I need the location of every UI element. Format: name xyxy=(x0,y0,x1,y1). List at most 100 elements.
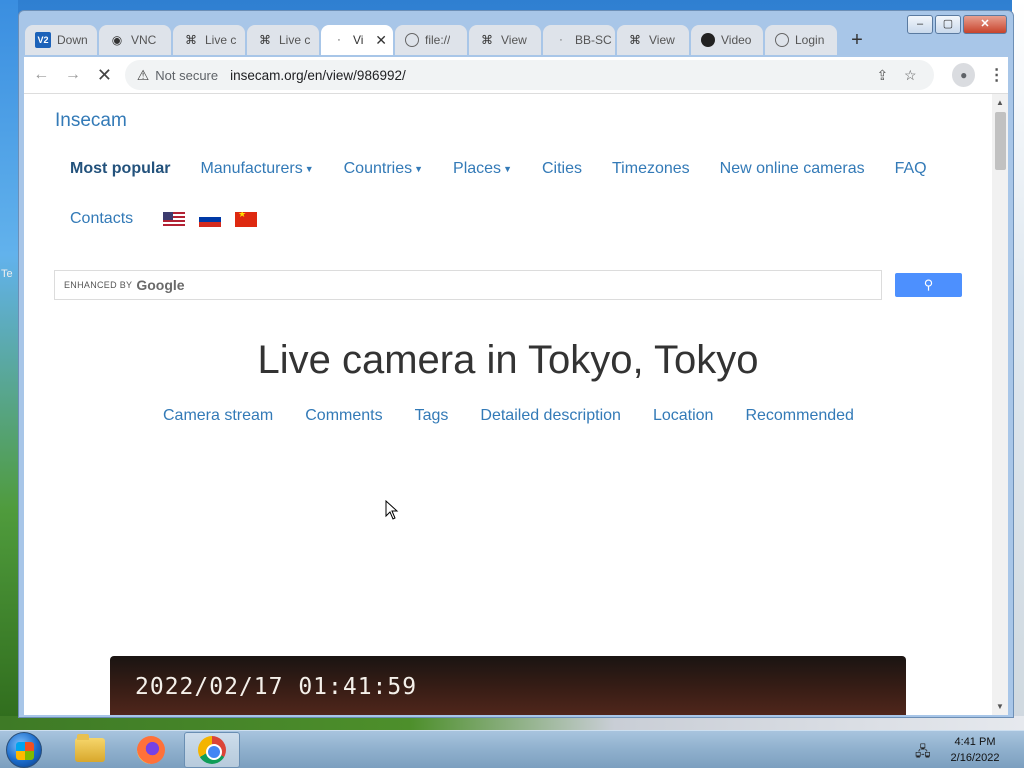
scroll-down-arrow-icon[interactable]: ▼ xyxy=(992,700,1008,714)
scroll-up-arrow-icon[interactable]: ▲ xyxy=(992,96,1008,110)
system-clock[interactable]: 4:41 PM 2/16/2022 xyxy=(940,734,1010,766)
security-status[interactable]: Not secure xyxy=(155,68,218,83)
bookmark-star-icon[interactable]: ☆ xyxy=(896,67,924,84)
nav-label: Manufacturers xyxy=(200,160,303,177)
caret-down-icon: ▼ xyxy=(414,163,424,174)
close-window-button[interactable]: ✕ xyxy=(963,15,1007,34)
link-tags[interactable]: Tags xyxy=(415,407,449,425)
taskbar-firefox[interactable] xyxy=(123,732,179,768)
tab-file[interactable]: file:// xyxy=(395,25,467,55)
clock-time: 4:41 PM xyxy=(954,736,996,748)
nav-cities[interactable]: Cities xyxy=(542,160,582,178)
new-tab-button[interactable]: + xyxy=(843,26,871,54)
tab-login[interactable]: Login xyxy=(765,25,837,55)
loading-icon: · xyxy=(337,34,341,46)
nav-most-popular[interactable]: Most popular xyxy=(70,160,170,178)
maximize-button[interactable]: ▢ xyxy=(935,15,961,34)
firefox-icon xyxy=(137,736,165,764)
vnc-icon: ◉ xyxy=(111,33,123,47)
tab-active-view[interactable]: · Vi ✕ xyxy=(321,25,393,55)
tab-label: View xyxy=(649,33,675,47)
address-bar-actions: ⇪ ☆ xyxy=(868,67,924,84)
russia-flag-icon[interactable] xyxy=(199,211,222,227)
tab-view-1[interactable]: ⌘ View xyxy=(469,25,541,55)
page-viewport: Insecam Most popular Manufacturers ▼ Coun… xyxy=(24,93,1008,715)
link-detailed-description[interactable]: Detailed description xyxy=(480,407,621,425)
v2-icon: V2 xyxy=(35,32,51,48)
tab-label: Down xyxy=(57,33,88,47)
nav-manufacturers[interactable]: Manufacturers ▼ xyxy=(200,160,313,178)
stop-loading-button[interactable]: ✕ xyxy=(90,61,119,89)
share-icon[interactable]: ⇪ xyxy=(868,67,896,84)
nav-new-online-cameras[interactable]: New online cameras xyxy=(720,160,865,178)
tab-vnc[interactable]: ◉ VNC xyxy=(99,25,171,55)
camera-icon: ⌘ xyxy=(259,33,271,47)
tab-label: Login xyxy=(795,33,825,47)
desktop-wallpaper-left xyxy=(0,0,18,730)
back-button[interactable]: ← xyxy=(27,61,56,89)
scrollbar-thumb[interactable] xyxy=(995,112,1006,170)
video-icon xyxy=(701,33,715,47)
tab-bb-sc[interactable]: · BB-SC xyxy=(543,25,615,55)
browser-menu-icon[interactable]: ⋮ xyxy=(985,65,1008,85)
loading-icon: · xyxy=(559,34,563,46)
caret-down-icon: ▼ xyxy=(503,163,512,174)
tab-label: Vi xyxy=(353,33,364,47)
globe-icon xyxy=(405,33,419,47)
nav-label: Places xyxy=(453,160,502,177)
tab-label: View xyxy=(501,33,527,47)
link-comments[interactable]: Comments xyxy=(305,407,382,425)
tab-label: BB-SC xyxy=(575,33,612,47)
forward-button[interactable]: → xyxy=(59,61,88,89)
link-recommended[interactable]: Recommended xyxy=(745,407,854,425)
camera-timestamp: 2022/02/17 01:41:59 xyxy=(135,674,418,700)
close-tab-icon[interactable]: ✕ xyxy=(375,32,387,49)
mouse-cursor-icon xyxy=(385,500,399,520)
taskbar-chrome[interactable] xyxy=(184,732,240,768)
warning-icon[interactable]: ⚠ xyxy=(137,67,150,84)
camera-icon: ⌘ xyxy=(185,33,197,47)
url-text[interactable]: insecam.org/en/view/986992/ xyxy=(230,68,406,83)
nav-faq[interactable]: FAQ xyxy=(895,160,927,178)
tab-view-2[interactable]: ⌘ View xyxy=(617,25,689,55)
tab-label: Video xyxy=(721,33,752,47)
nav-countries[interactable]: Countries ▼ xyxy=(344,160,423,178)
nav-contacts[interactable]: Contacts xyxy=(70,210,133,228)
tab-label: file:// xyxy=(425,33,451,47)
us-flag-icon[interactable] xyxy=(163,211,186,227)
profile-avatar-icon[interactable]: ● xyxy=(952,63,976,87)
globe-icon xyxy=(775,33,789,47)
nav-timezones[interactable]: Timezones xyxy=(612,160,690,178)
tab-down[interactable]: V2 Down xyxy=(25,25,97,55)
secondary-nav: Contacts xyxy=(70,210,271,228)
search-branding-text: ENHANCED BY xyxy=(64,280,133,290)
link-location[interactable]: Location xyxy=(653,407,714,425)
vertical-scrollbar[interactable]: ▲ ▼ xyxy=(992,94,1008,715)
minimize-button[interactable]: ‒ xyxy=(907,15,933,34)
china-flag-icon[interactable] xyxy=(235,211,258,227)
start-button[interactable] xyxy=(6,732,42,768)
tab-live-camera-2[interactable]: ⌘ Live c xyxy=(247,25,319,55)
tab-label: Live c xyxy=(205,33,237,47)
chrome-icon xyxy=(198,736,226,764)
google-logo: Google xyxy=(136,277,185,293)
taskbar-explorer[interactable] xyxy=(62,732,118,768)
browser-window: ‒ ▢ ✕ V2 Down ◉ VNC ⌘ Live c ⌘ Live c · … xyxy=(18,10,1014,718)
camera-stream-image[interactable]: 2022/02/17 01:41:59 xyxy=(110,656,906,715)
tab-live-camera-1[interactable]: ⌘ Live c xyxy=(173,25,245,55)
nav-places[interactable]: Places ▼ xyxy=(453,160,512,178)
taskbar: 🖧 4:41 PM 2/16/2022 xyxy=(0,730,1024,768)
site-brand-link[interactable]: Insecam xyxy=(55,110,127,132)
camera-icon: ⌘ xyxy=(481,33,493,47)
tab-video[interactable]: Video xyxy=(691,25,763,55)
link-camera-stream[interactable]: Camera stream xyxy=(163,407,273,425)
tab-label: VNC xyxy=(131,33,157,47)
desktop-icon-label[interactable]: Te xyxy=(1,268,13,280)
network-icon[interactable]: 🖧 xyxy=(915,741,931,765)
search-button[interactable]: ⚲ xyxy=(895,273,962,297)
address-bar[interactable]: ⚠ Not secure insecam.org/en/view/986992/… xyxy=(124,60,935,90)
nav-label: Countries xyxy=(343,160,413,177)
search-icon: ⚲ xyxy=(923,277,934,292)
caret-down-icon: ▼ xyxy=(304,163,314,174)
google-search-input[interactable]: ENHANCED BY Google xyxy=(54,270,882,300)
